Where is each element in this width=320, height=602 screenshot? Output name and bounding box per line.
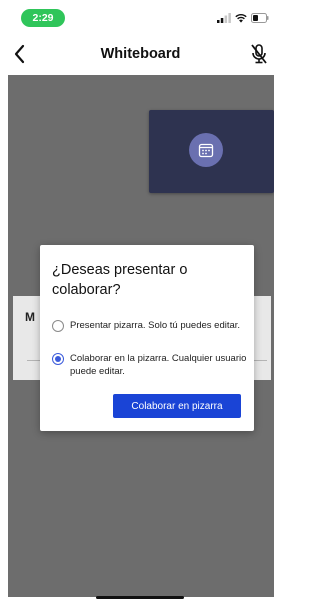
battery-icon bbox=[251, 13, 269, 23]
video-tile[interactable] bbox=[149, 110, 274, 193]
wifi-icon bbox=[235, 14, 247, 23]
tile-avatar bbox=[189, 133, 223, 167]
present-or-collaborate-dialog: ¿Deseas presentar o colaborar? Presentar… bbox=[40, 245, 254, 431]
status-icons bbox=[217, 13, 269, 23]
status-bar: 2:29 bbox=[0, 0, 281, 34]
radio-present[interactable] bbox=[52, 320, 64, 332]
mic-muted-icon[interactable] bbox=[249, 43, 269, 65]
radio-collaborate[interactable] bbox=[52, 353, 64, 365]
signal-icon bbox=[217, 13, 231, 23]
background-card-letter: M bbox=[25, 310, 35, 324]
calendar-icon bbox=[198, 143, 214, 158]
dialog-title: ¿Deseas presentar o colaborar? bbox=[52, 262, 188, 298]
option-collaborate-label: Colaborar en la pizarra. Cualquier usuar… bbox=[70, 353, 247, 377]
nav-bar: Whiteboard bbox=[0, 34, 281, 74]
option-present[interactable]: Presentar pizarra. Solo tú puedes editar… bbox=[52, 318, 248, 346]
page-title: Whiteboard bbox=[100, 46, 181, 62]
home-indicator[interactable] bbox=[96, 596, 184, 599]
option-present-label: Presentar pizarra. Solo tú puedes editar… bbox=[70, 320, 241, 331]
collaborate-button[interactable]: Colaborar en pizarra bbox=[113, 394, 241, 418]
status-time: 2:29 bbox=[21, 9, 65, 27]
option-collaborate[interactable]: Colaborar en la pizarra. Cualquier usuar… bbox=[52, 351, 248, 379]
